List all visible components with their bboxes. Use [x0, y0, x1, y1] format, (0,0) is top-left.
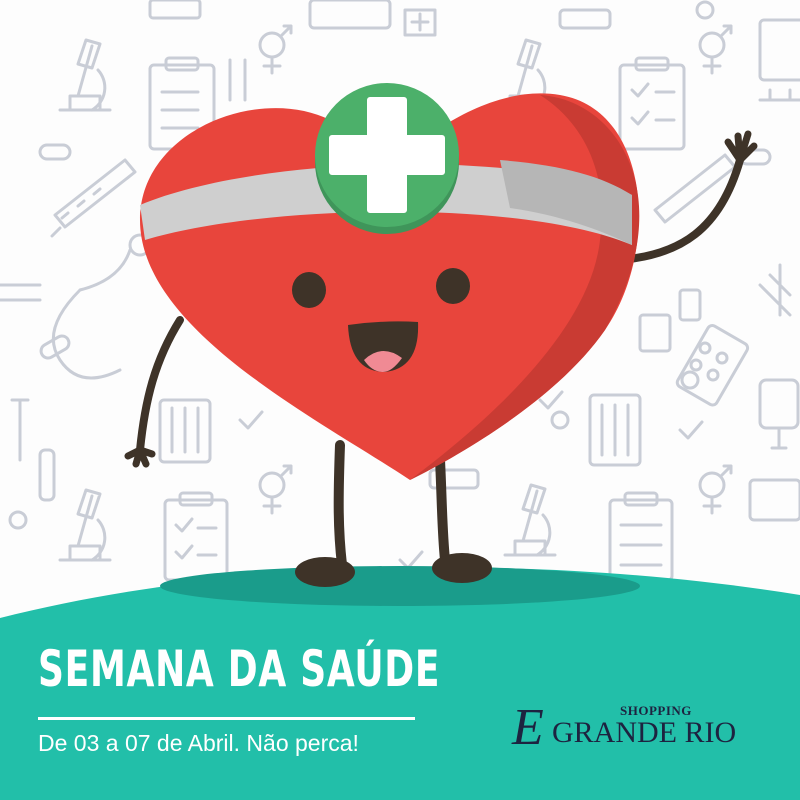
- right-eye: [436, 268, 470, 304]
- right-hand: [724, 130, 758, 164]
- left-leg: [333, 440, 347, 570]
- left-eye: [292, 272, 326, 308]
- left-hand: [124, 446, 156, 468]
- logo-initial: E: [512, 699, 544, 756]
- left-shoe: [295, 557, 355, 587]
- title-divider: [38, 717, 415, 720]
- health-week-banner: SEMANA DA SAÚDE De 03 a 07 de Abril. Não…: [0, 0, 800, 800]
- event-title: SEMANA DA SAÚDE: [38, 640, 441, 698]
- logo-name-text: GRANDE RIO: [552, 716, 737, 749]
- right-shoe: [432, 553, 492, 583]
- shopping-grande-rio-logo: E SHOPPING GRANDE RIO: [512, 700, 772, 760]
- right-leg: [435, 455, 450, 565]
- left-arm: [136, 316, 184, 454]
- ground-shadow: [160, 566, 640, 606]
- event-dates: De 03 a 07 de Abril. Não perca!: [38, 730, 359, 756]
